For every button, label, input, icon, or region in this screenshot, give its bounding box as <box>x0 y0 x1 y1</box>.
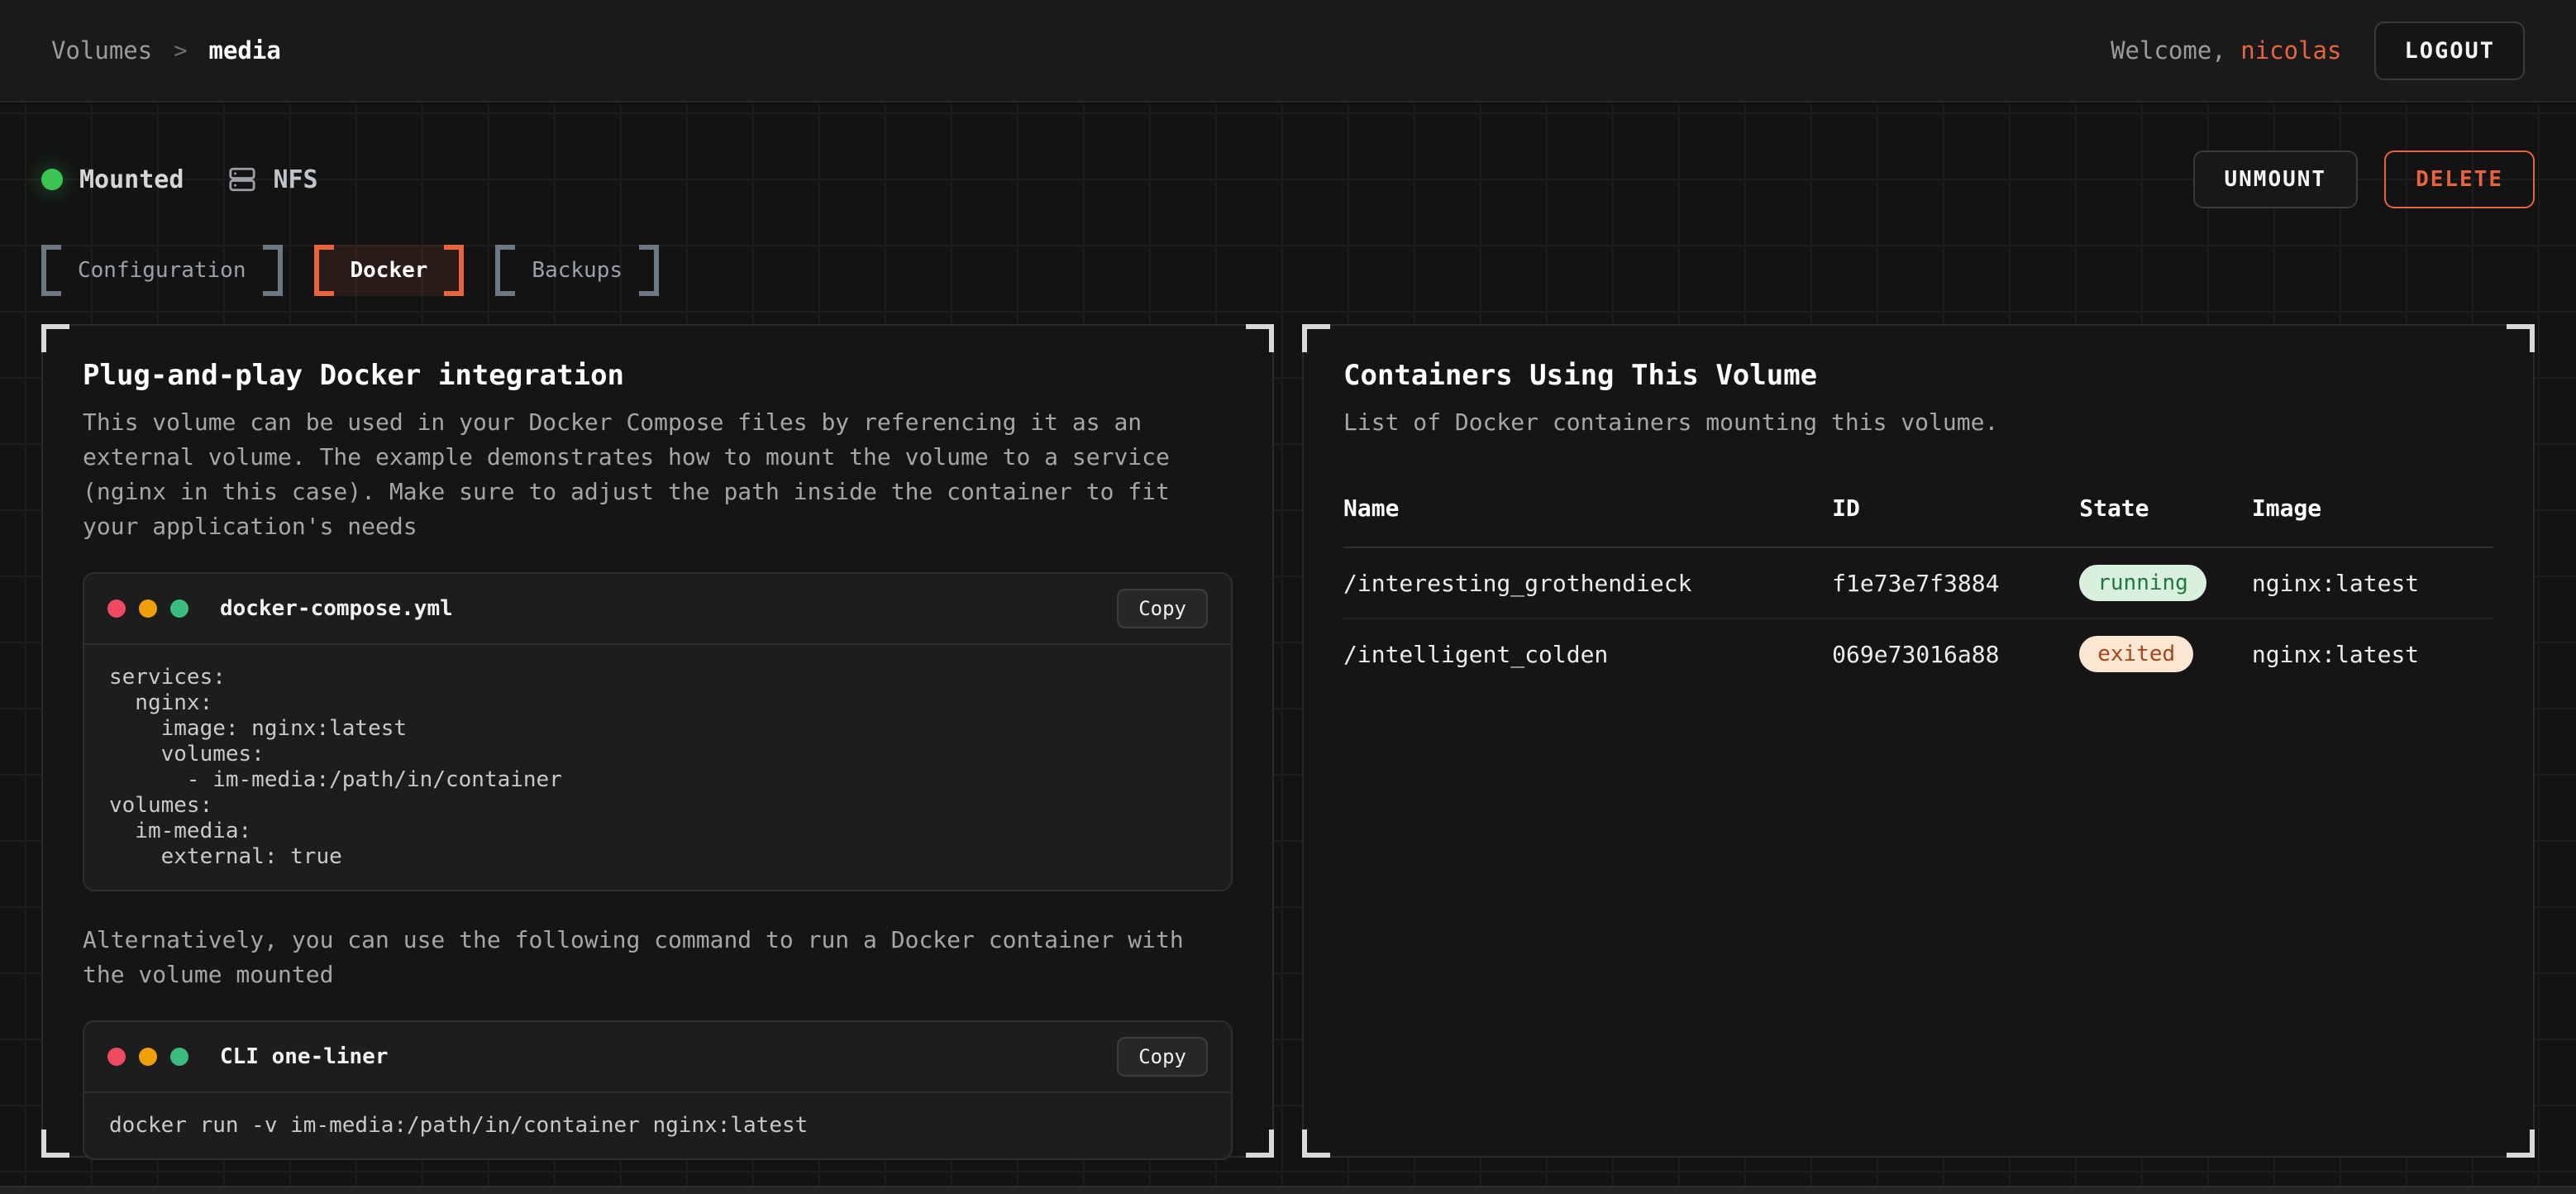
panel-corner <box>1246 1130 1274 1158</box>
table-row: /interesting_grothendieck f1e73e7f3884 r… <box>1343 547 2493 618</box>
panel-corner <box>41 324 69 352</box>
container-image: nginx:latest <box>2252 618 2493 689</box>
compose-code-block: docker-compose.yml Copy services: nginx:… <box>83 572 1233 891</box>
containers-panel-title: Containers Using This Volume <box>1343 359 2493 392</box>
copy-compose-button[interactable]: Copy <box>1117 589 1208 628</box>
column-header-image: Image <box>2252 473 2493 547</box>
server-icon <box>228 165 256 193</box>
traffic-red-icon <box>107 599 126 618</box>
footer-edge <box>0 1186 2576 1194</box>
logout-button[interactable]: LOGOUT <box>2374 21 2525 80</box>
docker-panel-description: This volume can be used in your Docker C… <box>83 405 1233 544</box>
username: nicolas <box>2240 36 2341 64</box>
cli-code: docker run -v im-media:/path/in/containe… <box>84 1093 1231 1158</box>
panel-corner <box>1246 324 1274 352</box>
cli-intro-text: Alternatively, you can use the following… <box>83 923 1233 992</box>
containers-panel: Containers Using This Volume List of Doc… <box>1302 324 2535 1158</box>
panel-corner <box>1302 324 1330 352</box>
breadcrumb-volumes-link[interactable]: Volumes <box>51 36 152 64</box>
traffic-green-icon <box>170 599 188 618</box>
tab-backups[interactable]: Backups <box>495 245 659 296</box>
breadcrumb-separator: > <box>174 38 187 64</box>
compose-code: services: nginx: image: nginx:latest vol… <box>84 645 1231 890</box>
container-id: f1e73e7f3884 <box>1832 547 2079 618</box>
container-name: /interesting_grothendieck <box>1343 547 1832 618</box>
traffic-red-icon <box>107 1048 126 1066</box>
mount-status: Mounted <box>41 165 184 194</box>
traffic-green-icon <box>170 1048 188 1066</box>
column-header-name: Name <box>1343 473 1832 547</box>
table-header-row: Name ID State Image <box>1343 473 2493 547</box>
docker-integration-panel: Plug-and-play Docker integration This vo… <box>41 324 1274 1158</box>
traffic-lights <box>107 1048 188 1066</box>
welcome-text: Welcome, nicolas <box>2111 36 2341 64</box>
containers-table: Name ID State Image /interesting_grothen… <box>1343 473 2493 689</box>
cli-filename: CLI one-liner <box>220 1044 389 1069</box>
mounted-dot-icon <box>41 169 63 190</box>
state-badge: running <box>2079 565 2206 601</box>
container-name: /intelligent_colden <box>1343 618 1832 689</box>
panel-corner <box>2507 324 2535 352</box>
status-row: Mounted NFS UNMOUNT DELETE <box>41 150 2535 208</box>
traffic-amber-icon <box>139 599 157 618</box>
state-badge: exited <box>2079 636 2193 672</box>
panel-corner <box>2507 1130 2535 1158</box>
table-row: /intelligent_colden 069e73016a88 exited … <box>1343 618 2493 689</box>
delete-button[interactable]: DELETE <box>2384 150 2535 208</box>
copy-cli-button[interactable]: Copy <box>1117 1037 1208 1077</box>
breadcrumb-current-volume: media <box>208 36 280 64</box>
workspace: Mounted NFS UNMOUNT DELETE Configuration… <box>0 104 2576 1194</box>
unmount-button[interactable]: UNMOUNT <box>2193 150 2359 208</box>
containers-panel-subtitle: List of Docker containers mounting this … <box>1343 405 2493 440</box>
driver-label: NFS <box>273 165 317 194</box>
docker-panel-title: Plug-and-play Docker integration <box>83 359 1233 392</box>
panel-corner <box>1302 1130 1330 1158</box>
column-header-id: ID <box>1832 473 2079 547</box>
compose-filename: docker-compose.yml <box>220 596 453 621</box>
mounted-label: Mounted <box>79 165 184 194</box>
cli-code-block: CLI one-liner Copy docker run -v im-medi… <box>83 1020 1233 1160</box>
traffic-amber-icon <box>139 1048 157 1066</box>
panel-corner <box>41 1130 69 1158</box>
driver-status: NFS <box>228 165 317 194</box>
container-id: 069e73016a88 <box>1832 618 2079 689</box>
container-image: nginx:latest <box>2252 547 2493 618</box>
traffic-lights <box>107 599 188 618</box>
tab-bar: Configuration Docker Backups <box>41 245 2535 296</box>
tab-configuration[interactable]: Configuration <box>41 245 283 296</box>
topbar: Volumes > media Welcome, nicolas LOGOUT <box>0 0 2576 103</box>
tab-docker[interactable]: Docker <box>314 245 465 296</box>
column-header-state: State <box>2079 473 2252 547</box>
breadcrumb: Volumes > media <box>51 36 281 64</box>
